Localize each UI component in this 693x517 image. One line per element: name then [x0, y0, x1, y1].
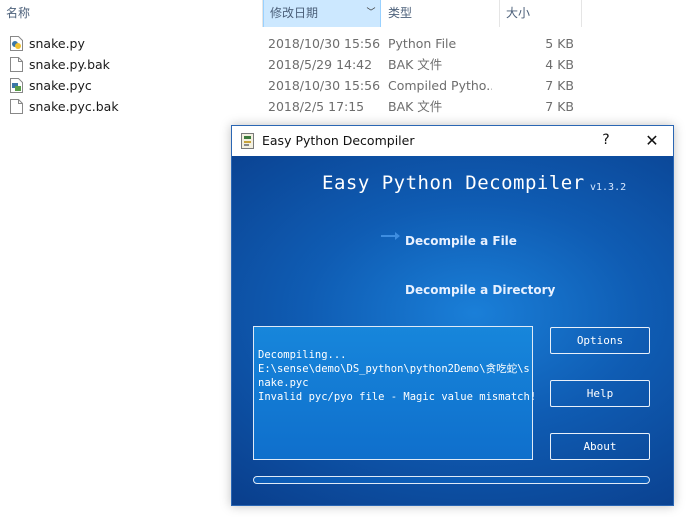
file-size: 5 KB — [545, 36, 574, 51]
file-name: snake.pyc.bak — [29, 99, 119, 114]
dialog-title: Easy Python Decompiler — [262, 133, 415, 148]
log-line: nake.pyc — [258, 377, 309, 389]
column-header-name[interactable]: 名称 — [0, 0, 263, 27]
file-row[interactable]: snake.py 2018/10/30 15:56 Python File 5 KB — [0, 33, 600, 54]
log-line: E:\sense\demo\DS_python\python2Demo\贪吃蛇\… — [258, 363, 530, 375]
app-version: v1.3.2 — [590, 182, 627, 193]
file-type: Python File — [388, 36, 457, 51]
generic-file-icon — [10, 57, 23, 72]
file-row[interactable]: snake.pyc 2018/10/30 15:56 Compiled Pytho.… — [0, 75, 600, 96]
close-button[interactable]: ✕ — [630, 126, 674, 155]
decompile-directory-link[interactable]: Decompile a Directory — [405, 283, 555, 297]
column-header-type[interactable]: 类型 — [382, 0, 500, 27]
file-name: snake.pyc — [29, 78, 92, 93]
file-name: snake.py.bak — [29, 57, 110, 72]
column-header-date-modified[interactable]: 修改日期 ﹀ — [263, 0, 381, 27]
explorer-column-header: ⌃ 名称 修改日期 ﹀ 类型 大小 — [0, 0, 693, 27]
log-output[interactable]: Decompiling... E:\sense\demo\DS_python\p… — [253, 326, 537, 460]
app-icon — [241, 133, 254, 149]
python-file-icon — [10, 36, 23, 51]
dialog-body: Easy Python Decompiler v1.3.2 Decompile … — [232, 156, 673, 505]
decompile-file-link[interactable]: Decompile a File — [405, 234, 517, 248]
arrow-right-icon — [381, 232, 400, 240]
column-header-size[interactable]: 大小 — [500, 0, 582, 27]
chevron-down-icon[interactable]: ﹀ — [364, 0, 378, 27]
log-line: Invalid pyc/pyo file - Magic value misma… — [258, 391, 537, 403]
log-line: Decompiling... — [258, 349, 347, 361]
app-title: Easy Python Decompiler — [322, 172, 585, 194]
file-type: Compiled Pytho... — [388, 78, 492, 93]
file-row[interactable]: snake.py.bak 2018/5/29 14:42 BAK 文件 4 KB — [0, 54, 600, 75]
options-button[interactable]: Options — [550, 327, 650, 354]
file-size: 7 KB — [545, 99, 574, 114]
about-button[interactable]: About — [550, 433, 650, 460]
decompiler-dialog: Easy Python Decompiler ? ✕ Easy Python D… — [231, 125, 674, 506]
file-date: 2018/10/30 15:56 — [268, 78, 381, 93]
dialog-title-bar[interactable]: Easy Python Decompiler ? ✕ — [232, 126, 673, 156]
file-name: snake.py — [29, 36, 85, 51]
file-date: 2018/5/29 14:42 — [268, 57, 373, 72]
compiled-python-icon — [10, 78, 23, 93]
column-header-date-label: 修改日期 — [270, 6, 319, 20]
progress-bar — [253, 476, 650, 484]
file-row[interactable]: snake.pyc.bak 2018/2/5 17:15 BAK 文件 7 KB — [0, 96, 600, 117]
file-date: 2018/2/5 17:15 — [268, 99, 365, 114]
file-size: 4 KB — [545, 57, 574, 72]
file-size: 7 KB — [545, 78, 574, 93]
file-date: 2018/10/30 15:56 — [268, 36, 381, 51]
file-type: BAK 文件 — [388, 99, 443, 114]
generic-file-icon — [10, 99, 23, 114]
file-type: BAK 文件 — [388, 57, 443, 72]
help-button[interactable]: Help — [550, 380, 650, 407]
help-title-button[interactable]: ? — [584, 126, 628, 155]
